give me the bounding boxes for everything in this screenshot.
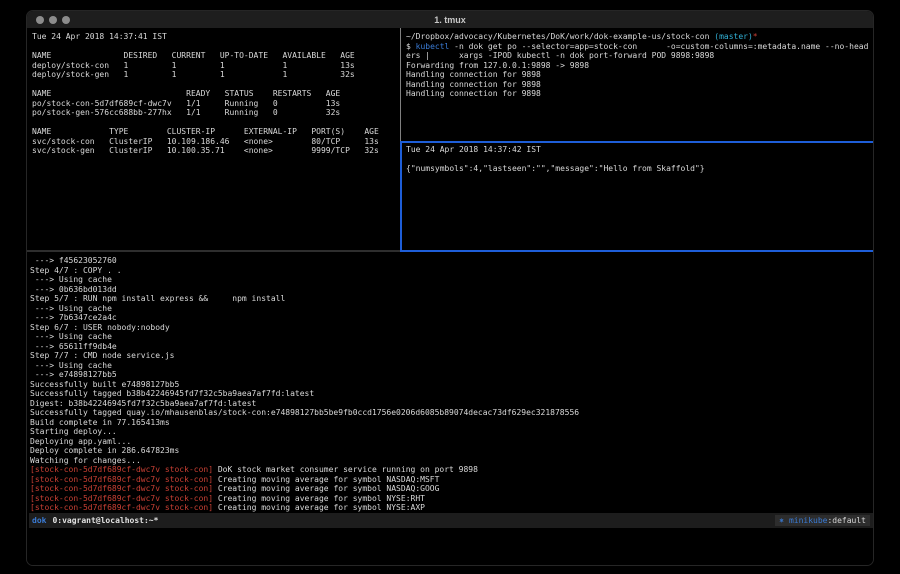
pane-skaffold-build-log[interactable]: ---> f45623052760 Step 4/7 : COPY . . --… (29, 253, 873, 512)
tmux-terminal: Tue 24 Apr 2018 14:37:41 IST NAME DESIRE… (27, 28, 873, 565)
skaffold-build-log-output: ---> f45623052760 Step 4/7 : COPY . . --… (29, 253, 873, 512)
pane-port-forward[interactable]: ~/Dropbox/advocacy/Kubernetes/DoK/work/d… (404, 30, 873, 140)
kubectl-watch-output: Tue 24 Apr 2018 14:37:41 IST NAME DESIRE… (29, 30, 400, 156)
active-pane-border-left[interactable] (400, 141, 402, 252)
pane-kubectl-watch[interactable]: Tue 24 Apr 2018 14:37:41 IST NAME DESIRE… (29, 30, 400, 250)
tmux-status-bar: dok 0:vagrant@localhost:~* ⎈ minikube:de… (29, 513, 873, 528)
pane-divider-horizontal[interactable] (27, 250, 400, 252)
traffic-light-buttons (27, 16, 70, 24)
kube-namespace: :default (827, 516, 866, 525)
active-pane-border-bottom[interactable] (400, 250, 873, 252)
close-button-icon[interactable] (36, 16, 44, 24)
pane-divider-vertical[interactable] (400, 28, 401, 141)
screenshot-background: 1. tmux Tue 24 Apr 2018 14:37:41 IST NAM… (0, 0, 900, 574)
session-name[interactable]: dok (32, 516, 46, 525)
minimize-button-icon[interactable] (49, 16, 57, 24)
window-title: 1. tmux (27, 15, 873, 25)
window-titlebar: 1. tmux (27, 11, 873, 28)
port-forward-output: ~/Dropbox/advocacy/Kubernetes/DoK/work/d… (404, 30, 873, 99)
pane-service-response[interactable]: Tue 24 Apr 2018 14:37:42 IST {"numsymbol… (404, 143, 873, 249)
terminal-window: 1. tmux Tue 24 Apr 2018 14:37:41 IST NAM… (26, 10, 874, 566)
zoom-button-icon[interactable] (62, 16, 70, 24)
kube-context-name: minikube (789, 516, 828, 525)
helm-wheel-icon: ⎈ (779, 516, 789, 525)
window-list-item[interactable]: 0:vagrant@localhost:~* (52, 516, 158, 525)
kube-context-indicator: ⎈ minikube:default (775, 515, 870, 526)
service-response-output: Tue 24 Apr 2018 14:37:42 IST {"numsymbol… (404, 143, 873, 174)
